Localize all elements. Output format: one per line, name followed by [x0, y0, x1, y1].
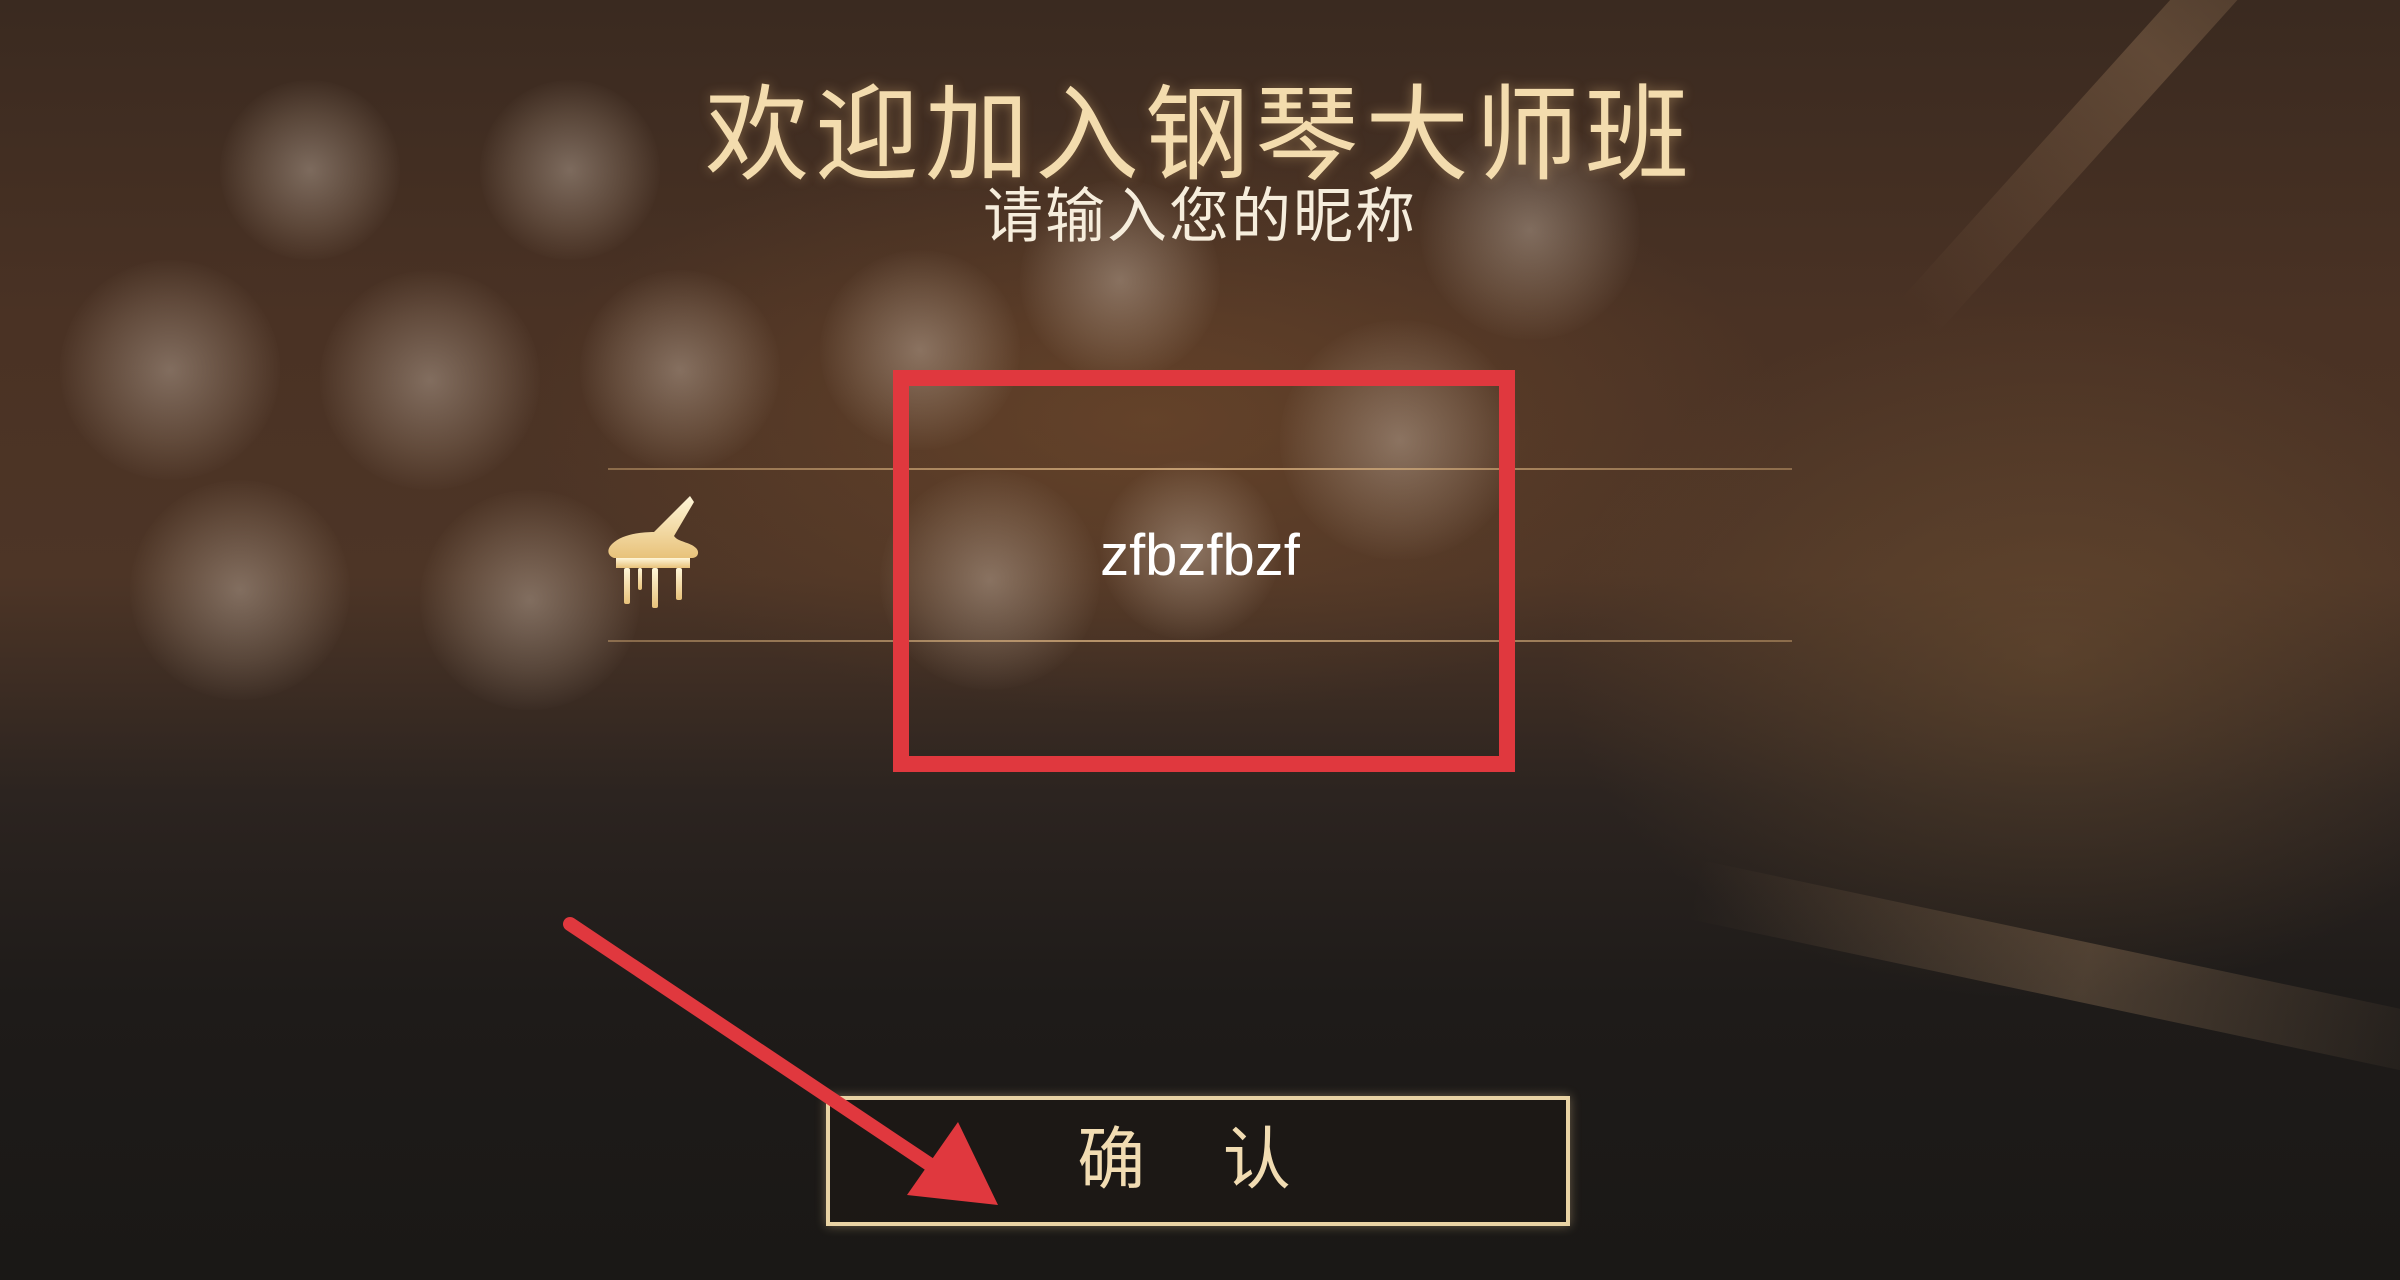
nickname-prompt: 请输入您的昵称 — [983, 182, 1417, 252]
input-bottom-line — [608, 640, 1792, 642]
background-bokeh — [820, 250, 1020, 450]
confirm-button[interactable]: 确 认 — [826, 1096, 1570, 1226]
grand-piano-icon — [608, 496, 699, 608]
background-bokeh — [320, 270, 540, 490]
background-bokeh — [130, 480, 350, 700]
background-light-beam — [1687, 860, 2400, 1086]
nickname-input[interactable] — [880, 480, 1520, 630]
game-screen: 欢迎加入钢琴大师班 请输入您的昵称 确 认 — [0, 0, 2400, 1280]
background-bokeh — [60, 260, 280, 480]
input-top-line — [608, 468, 1792, 470]
background-bokeh — [580, 270, 780, 470]
